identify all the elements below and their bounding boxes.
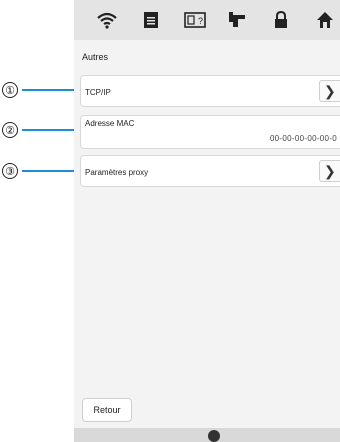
tab-lock[interactable] bbox=[266, 8, 296, 32]
callout-2: ② bbox=[2, 122, 74, 138]
back-button[interactable]: Retour bbox=[82, 398, 132, 422]
setting-label: Adresse MAC bbox=[85, 119, 135, 128]
home-icon bbox=[316, 11, 334, 29]
tab-embroidery[interactable] bbox=[222, 8, 252, 32]
svg-text:?: ? bbox=[198, 16, 203, 26]
callout-number: ② bbox=[2, 122, 18, 138]
setting-label: TCP/IP bbox=[85, 88, 111, 97]
mac-address-setting: Adresse MAC 00-00-00-00-00-0 bbox=[80, 115, 340, 149]
chevron-right-icon[interactable]: ❯ bbox=[319, 80, 340, 102]
chevron-right-icon[interactable]: ❯ bbox=[319, 160, 340, 182]
help-icon: ? bbox=[184, 12, 206, 28]
home-button-icon[interactable] bbox=[208, 430, 220, 442]
callout-number: ③ bbox=[2, 163, 18, 179]
lock-icon bbox=[273, 11, 289, 29]
callout-number: ① bbox=[2, 82, 18, 98]
callout-3: ③ bbox=[2, 163, 74, 179]
settings-tab-bar: ? bbox=[74, 0, 340, 40]
tab-help[interactable]: ? bbox=[180, 8, 210, 32]
section-title: Autres bbox=[82, 52, 109, 62]
callout-1: ① bbox=[2, 82, 74, 98]
embroidery-icon bbox=[227, 11, 247, 29]
callout-line bbox=[22, 170, 74, 172]
tab-wifi[interactable] bbox=[92, 8, 122, 32]
mac-address-value: 00-00-00-00-00-0 bbox=[269, 134, 337, 143]
tab-documents[interactable] bbox=[136, 8, 166, 32]
callout-line bbox=[22, 89, 74, 91]
bottom-bar bbox=[74, 428, 340, 442]
callout-line bbox=[22, 129, 74, 131]
tab-home[interactable] bbox=[310, 8, 340, 32]
document-icon bbox=[143, 11, 159, 29]
settings-screen: ? Autres TCP/IP ❯ Adresse MAC 00-00-00-0… bbox=[74, 0, 340, 442]
tcpip-setting[interactable]: TCP/IP ❯ bbox=[80, 75, 340, 107]
setting-label: Paramètres proxy bbox=[85, 168, 149, 177]
wifi-icon bbox=[96, 11, 118, 29]
proxy-setting[interactable]: Paramètres proxy ❯ bbox=[80, 155, 340, 187]
